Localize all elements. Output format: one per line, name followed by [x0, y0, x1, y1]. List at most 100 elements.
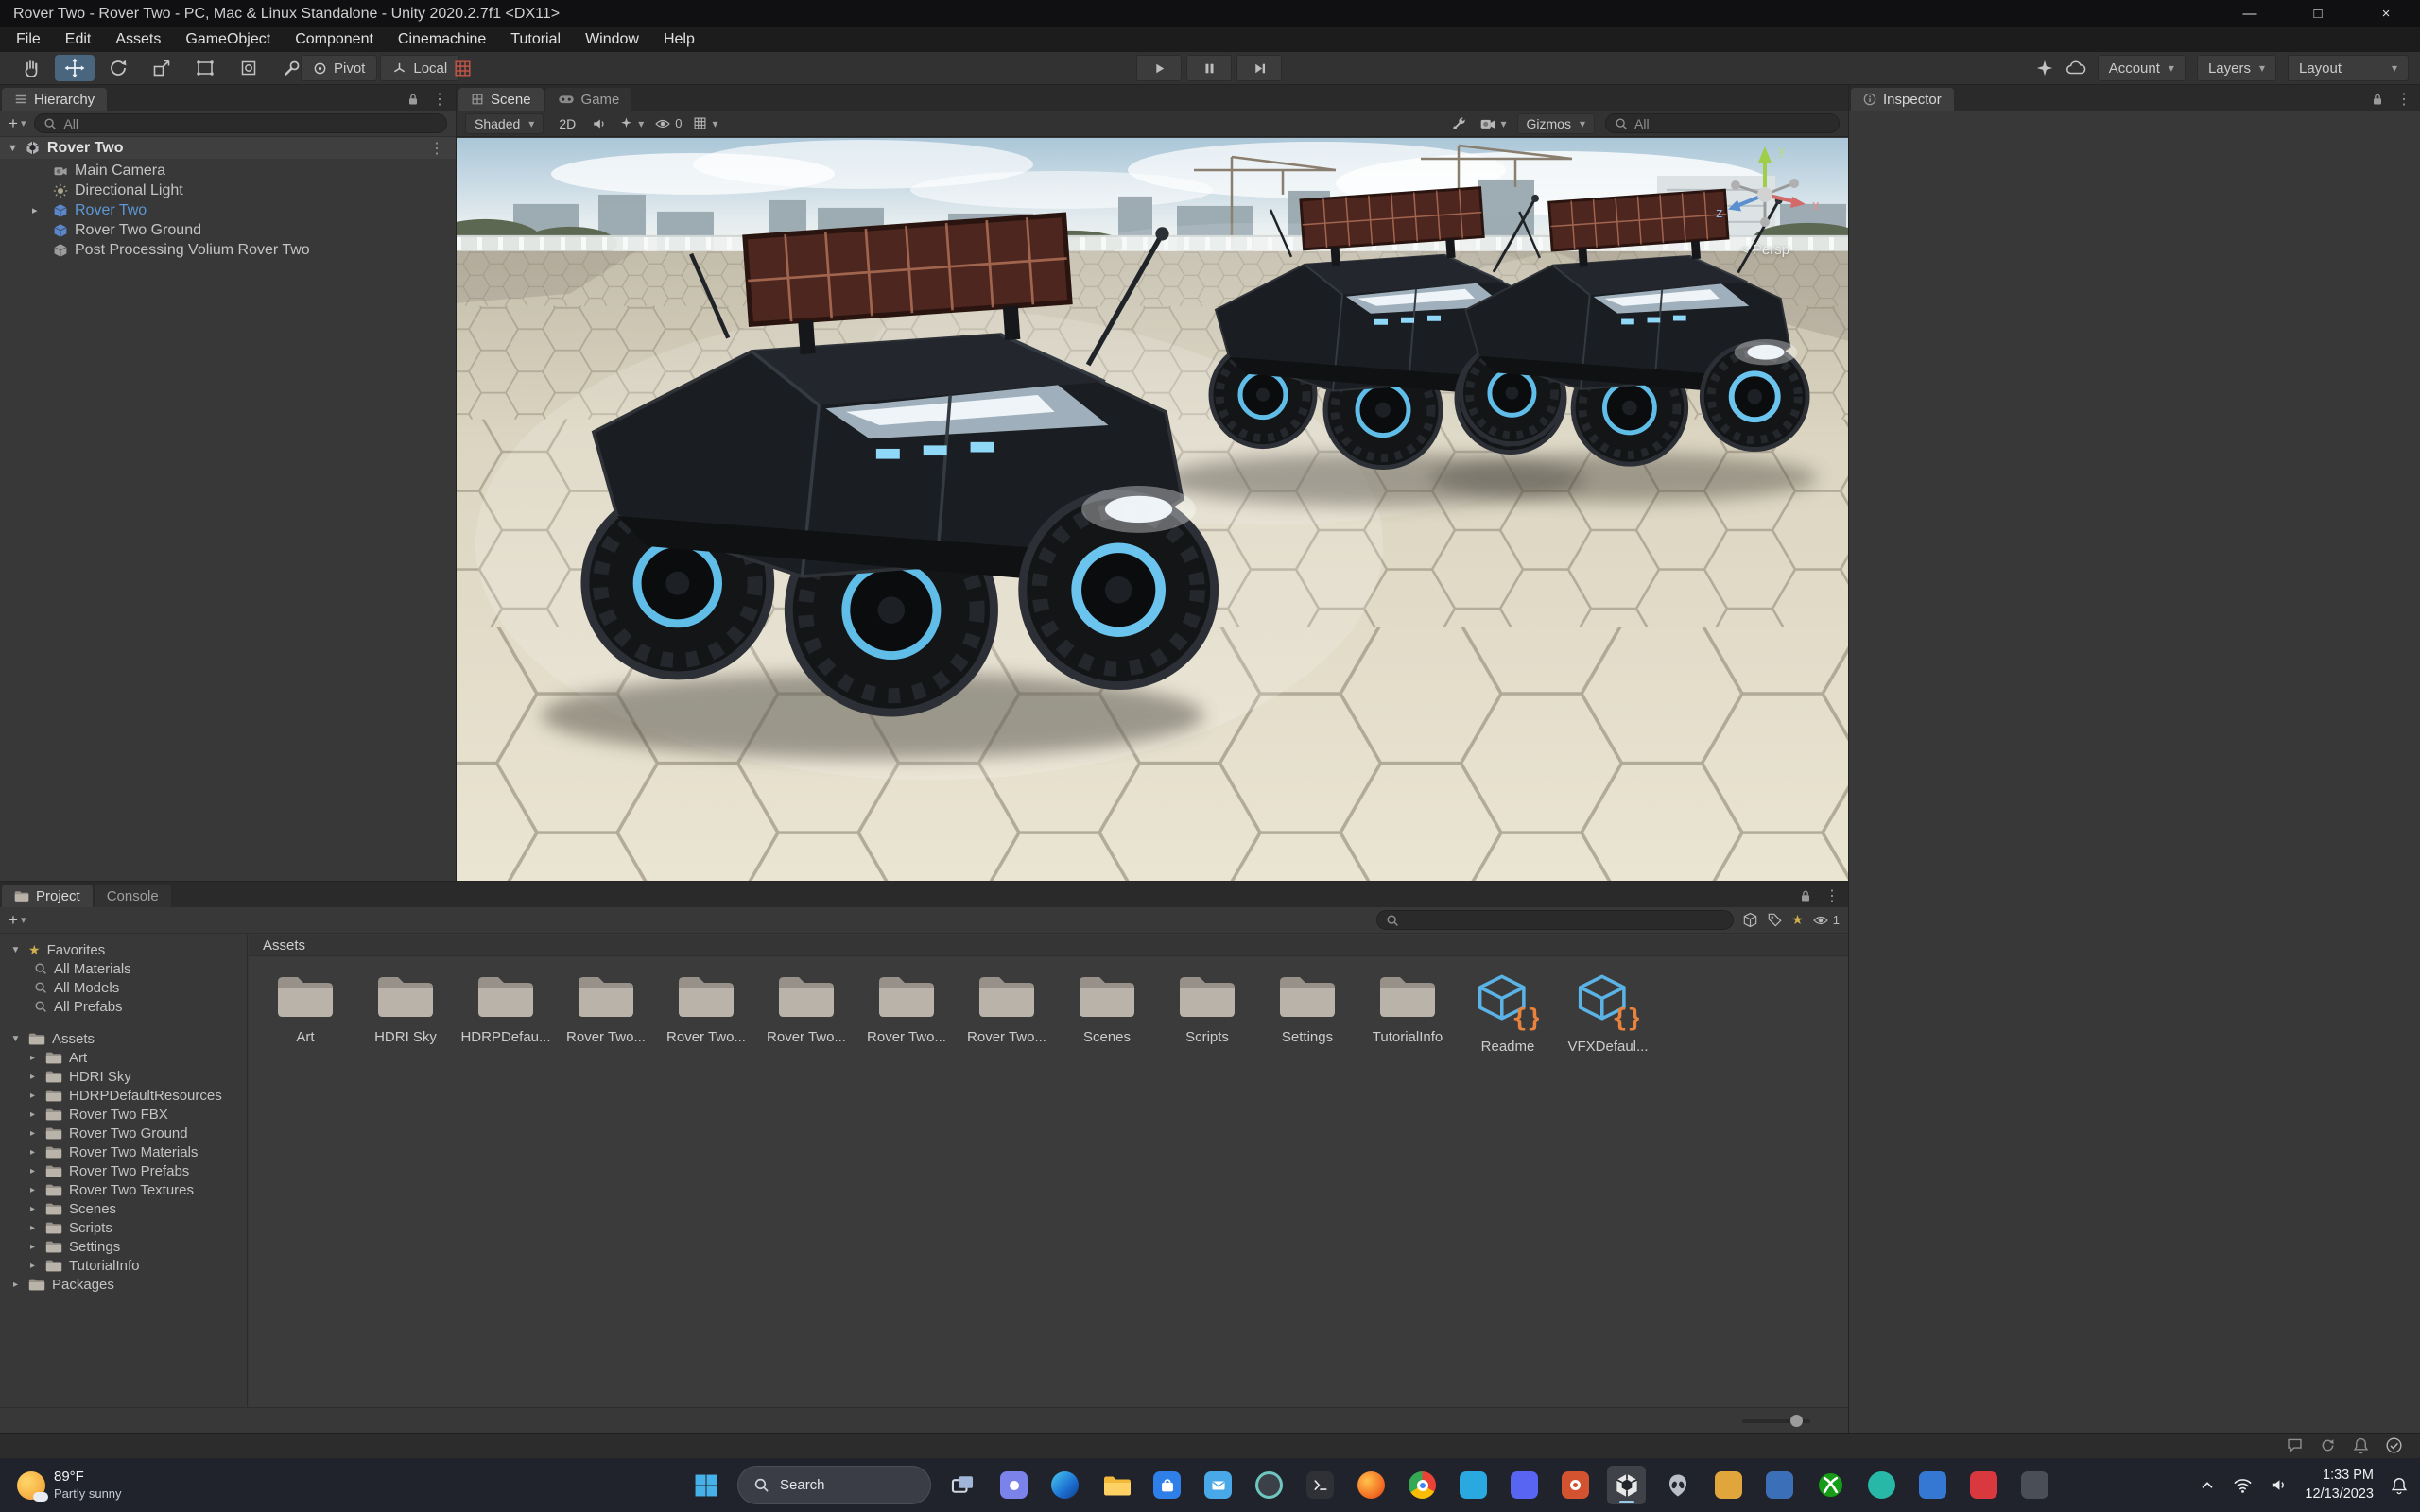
favorites-root[interactable]: ▼★Favorites: [0, 940, 247, 959]
tree-folder-rover-two-ground[interactable]: ▸Rover Two Ground: [0, 1124, 247, 1143]
tab-project[interactable]: Project: [2, 885, 93, 907]
tree-folder-scenes[interactable]: ▸Scenes: [0, 1199, 247, 1218]
teams-icon[interactable]: [994, 1466, 1033, 1504]
play-button[interactable]: [1136, 55, 1182, 81]
tab-console[interactable]: Console: [95, 885, 171, 907]
local-toggle[interactable]: Local: [380, 55, 459, 81]
expand-arrow-icon[interactable]: ▸: [26, 1072, 39, 1082]
asset-item-hdri-sky[interactable]: HDRI Sky: [360, 971, 451, 1055]
expand-arrow-icon[interactable]: ▸: [26, 1147, 39, 1158]
gizmos-dropdown[interactable]: Gizmos▾: [1517, 113, 1595, 134]
asset-item-scripts[interactable]: Scripts: [1162, 971, 1253, 1055]
blue-app-icon[interactable]: [1760, 1466, 1799, 1504]
create-asset-button[interactable]: +▾: [9, 911, 26, 930]
zoom-slider-handle[interactable]: [1790, 1415, 1803, 1427]
search-by-label-icon[interactable]: [1767, 912, 1783, 928]
lock-icon[interactable]: [406, 92, 421, 107]
grid-snap-icon[interactable]: [452, 58, 474, 79]
asset-item-settings[interactable]: Settings: [1262, 971, 1353, 1055]
asset-item-rover-two-materials[interactable]: Rover Two...: [761, 971, 852, 1055]
tree-folder-art[interactable]: ▸Art: [0, 1048, 247, 1067]
shading-dropdown[interactable]: Shaded▾: [465, 113, 544, 134]
collab-sync-icon[interactable]: [2319, 1436, 2337, 1454]
favorite-search-icon[interactable]: ★: [1791, 912, 1804, 928]
tree-folder-hdri-sky[interactable]: ▸HDRI Sky: [0, 1067, 247, 1086]
red-app-icon[interactable]: [1964, 1466, 2003, 1504]
menu-edit[interactable]: Edit: [53, 31, 104, 48]
discord-icon[interactable]: [1505, 1466, 1544, 1504]
scene-search-input[interactable]: All: [1605, 113, 1840, 133]
expand-arrow-icon[interactable]: ▸: [26, 1261, 39, 1271]
expand-arrow-icon[interactable]: ▸: [26, 1053, 39, 1063]
assets-breadcrumb[interactable]: Assets: [249, 935, 1848, 956]
copilot-icon[interactable]: [1250, 1466, 1288, 1504]
start-button[interactable]: [686, 1466, 725, 1504]
weather-widget[interactable]: 89°F Partly sunny: [6, 1463, 133, 1507]
xbox-icon[interactable]: [1811, 1466, 1850, 1504]
expand-arrow-icon[interactable]: ▸: [26, 1128, 39, 1139]
scene-tools-icon[interactable]: [1452, 115, 1469, 132]
menu-tutorial[interactable]: Tutorial: [498, 31, 573, 48]
hierarchy-item-rover-two[interactable]: ▸Rover Two: [0, 200, 456, 220]
asset-item-rover-two-fbx[interactable]: Rover Two...: [561, 971, 651, 1055]
create-object-button[interactable]: +▾: [9, 114, 26, 133]
expand-arrow-icon[interactable]: ▸: [26, 1223, 39, 1233]
lock-icon[interactable]: [1798, 888, 1813, 903]
taskbar-search[interactable]: Search: [737, 1466, 931, 1504]
expand-arrow-icon[interactable]: ▸: [26, 1109, 39, 1120]
clock[interactable]: 1:33 PM 12/13/2023: [2305, 1467, 2374, 1503]
notification-bell-icon[interactable]: [2390, 1476, 2409, 1495]
hierarchy-item-post-processing[interactable]: Post Processing Volium Rover Two: [0, 240, 456, 260]
cloud-icon[interactable]: [2066, 58, 2086, 78]
expand-arrow-icon[interactable]: ▸: [32, 204, 38, 216]
grid-visibility-icon[interactable]: ▾: [692, 115, 717, 131]
asset-item-art[interactable]: Art: [260, 971, 351, 1055]
expand-arrow-icon[interactable]: ▼: [9, 1034, 22, 1044]
scale-tool-icon[interactable]: [142, 55, 182, 81]
alienware-icon[interactable]: [1658, 1466, 1697, 1504]
scene-visibility-icon[interactable]: 0: [654, 115, 682, 132]
asset-item-vfxdefault[interactable]: VFXDefaul...: [1563, 971, 1653, 1055]
move-tool-icon[interactable]: [55, 55, 95, 81]
tree-folder-rover-two-materials[interactable]: ▸Rover Two Materials: [0, 1143, 247, 1161]
file-explorer-icon[interactable]: [1097, 1466, 1135, 1504]
packages-root[interactable]: ▸Packages: [0, 1275, 247, 1294]
step-button[interactable]: [1236, 55, 1282, 81]
maximize-button[interactable]: □: [2284, 0, 2352, 27]
notification-icon[interactable]: [2352, 1436, 2370, 1454]
pause-button[interactable]: [1186, 55, 1232, 81]
favorites-all-materials[interactable]: All Materials: [0, 959, 247, 978]
scene-menu-icon[interactable]: ⋮: [429, 139, 444, 158]
tree-folder-scripts[interactable]: ▸Scripts: [0, 1218, 247, 1237]
notes-app-icon[interactable]: [1454, 1466, 1493, 1504]
hierarchy-scene-row[interactable]: ▼ Rover Two ⋮: [0, 137, 456, 159]
hierarchy-item-directional-light[interactable]: Directional Light: [0, 180, 456, 200]
menu-cinemachine[interactable]: Cinemachine: [386, 31, 498, 48]
expand-arrow-icon[interactable]: ▸: [26, 1166, 39, 1177]
teal-app-icon[interactable]: [1862, 1466, 1901, 1504]
menu-component[interactable]: Component: [283, 31, 386, 48]
tab-inspector[interactable]: Inspector: [1851, 88, 1954, 111]
hidden-packages-icon[interactable]: 1: [1812, 912, 1840, 929]
effects-dropdown-icon[interactable]: ▾: [618, 115, 644, 131]
asset-item-tutorialinfo[interactable]: TutorialInfo: [1362, 971, 1453, 1055]
edge-icon[interactable]: [1046, 1466, 1084, 1504]
tree-folder-settings[interactable]: ▸Settings: [0, 1237, 247, 1256]
menu-assets[interactable]: Assets: [103, 31, 173, 48]
lock-icon[interactable]: [2370, 92, 2385, 107]
hand-tool-icon[interactable]: [11, 55, 51, 81]
asset-item-readme[interactable]: Readme: [1462, 971, 1553, 1055]
projection-label[interactable]: < Persp: [1691, 242, 1839, 258]
tab-hierarchy[interactable]: Hierarchy: [2, 88, 107, 111]
favorites-all-prefabs[interactable]: All Prefabs: [0, 997, 247, 1016]
account-dropdown[interactable]: Account▾: [2098, 55, 2186, 81]
audio-toggle-icon[interactable]: [591, 115, 608, 132]
close-button[interactable]: ×: [2352, 0, 2420, 27]
layers-dropdown[interactable]: Layers▾: [2197, 55, 2276, 81]
asset-item-rover-two-textures[interactable]: Rover Two...: [961, 971, 1052, 1055]
azure-app-icon[interactable]: [1913, 1466, 1952, 1504]
hierarchy-item-main-camera[interactable]: Main Camera: [0, 161, 456, 180]
search-by-type-icon[interactable]: [1742, 912, 1758, 928]
asset-item-scenes[interactable]: Scenes: [1062, 971, 1152, 1055]
terminal-icon[interactable]: [1301, 1466, 1340, 1504]
